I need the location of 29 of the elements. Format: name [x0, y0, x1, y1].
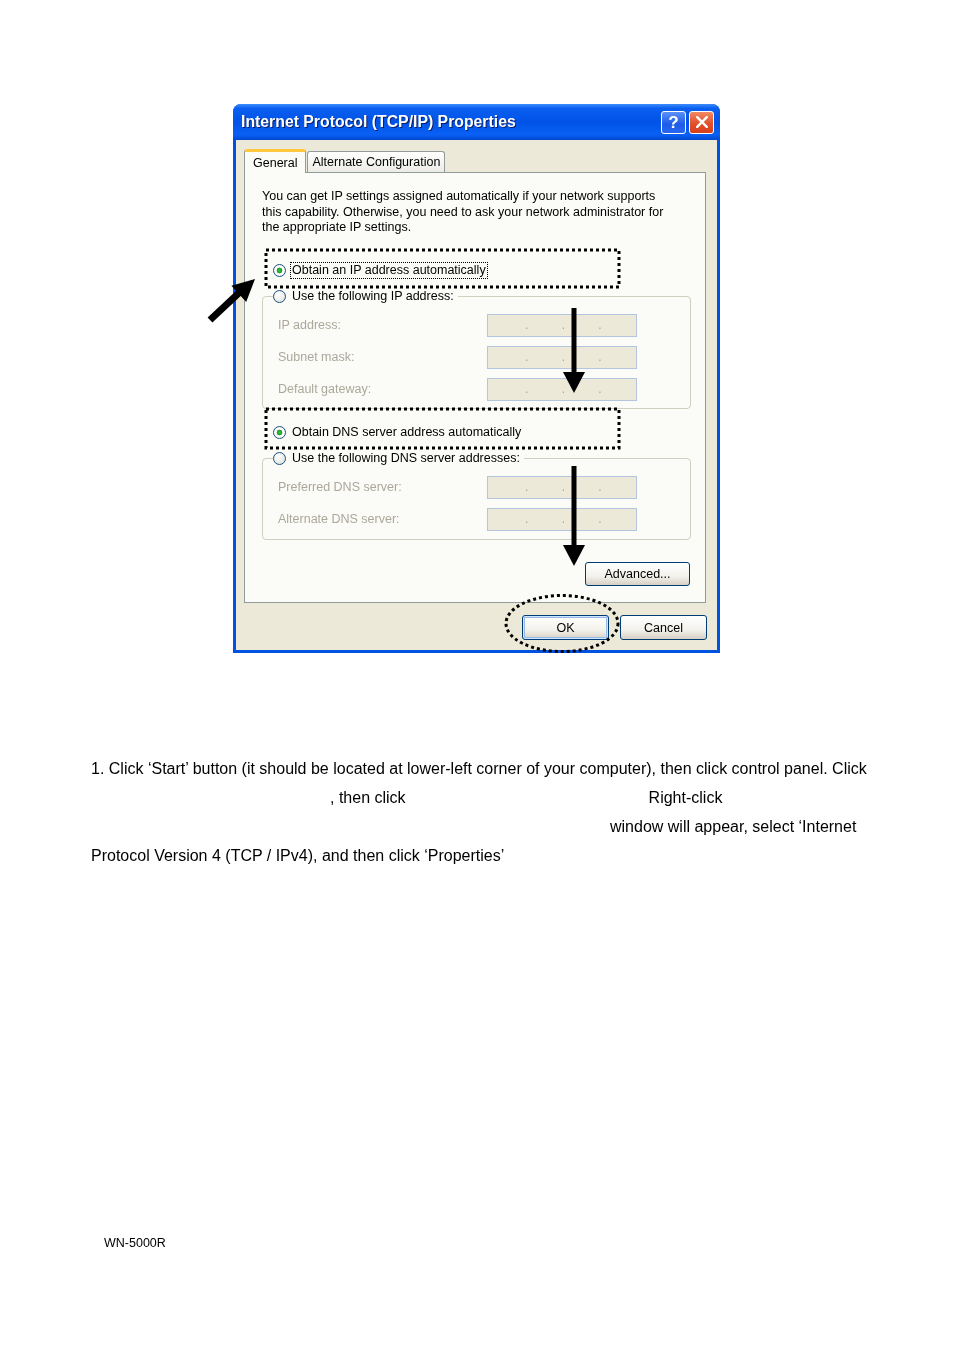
pointer-arrow — [207, 279, 255, 323]
window-title: Internet Protocol (TCP/IP) Properties — [241, 113, 516, 131]
radio-option[interactable]: Obtain DNS server address automatically — [273, 422, 524, 442]
instruction-text: Right-click — [648, 787, 723, 808]
radio-icon[interactable] — [273, 451, 286, 465]
radio-icon[interactable] — [273, 425, 286, 439]
instruction-text: 1. Click ‘Start’ button (it should be located at lower-left corner of your computer), then click control panel. Click — [91, 758, 867, 779]
radio-icon[interactable] — [273, 263, 286, 277]
radio-option[interactable]: Use the following IP address: — [273, 286, 456, 306]
description-text: You can get IP settings assigned automatically if your network supports this capability. Otherwise, you need to ask your network administrator for the appropriate IP settings. — [262, 189, 665, 236]
instruction-text: Protocol Version 4 (TCP / IPv4), and then click ‘Properties’ — [91, 845, 505, 866]
field-label: Preferred DNS server: — [278, 480, 403, 494]
radio-option[interactable]: Use the following DNS server addresses: — [273, 448, 522, 468]
cancel-button[interactable]: Cancel — [620, 615, 707, 640]
radio-icon[interactable] — [273, 289, 286, 303]
advanced-button[interactable]: Advanced... — [585, 562, 690, 586]
tab[interactable]: General — [244, 149, 307, 173]
ok-button[interactable]: OK — [522, 615, 609, 640]
field-label: Default gateway: — [278, 382, 373, 396]
instruction-text: window will appear, select ‘Internet — [610, 816, 857, 837]
footer-text: WN-5000R — [104, 1236, 166, 1250]
field-label: Alternate DNS server: — [278, 512, 401, 526]
help-button[interactable]: ? — [661, 110, 686, 134]
field-label: Subnet mask: — [278, 350, 356, 364]
tab[interactable]: Alternate Configuration — [307, 151, 446, 172]
close-button[interactable] — [689, 110, 714, 134]
instruction-text: , then click — [330, 787, 406, 808]
field-label: IP address: — [278, 318, 342, 332]
close-icon — [695, 116, 708, 128]
